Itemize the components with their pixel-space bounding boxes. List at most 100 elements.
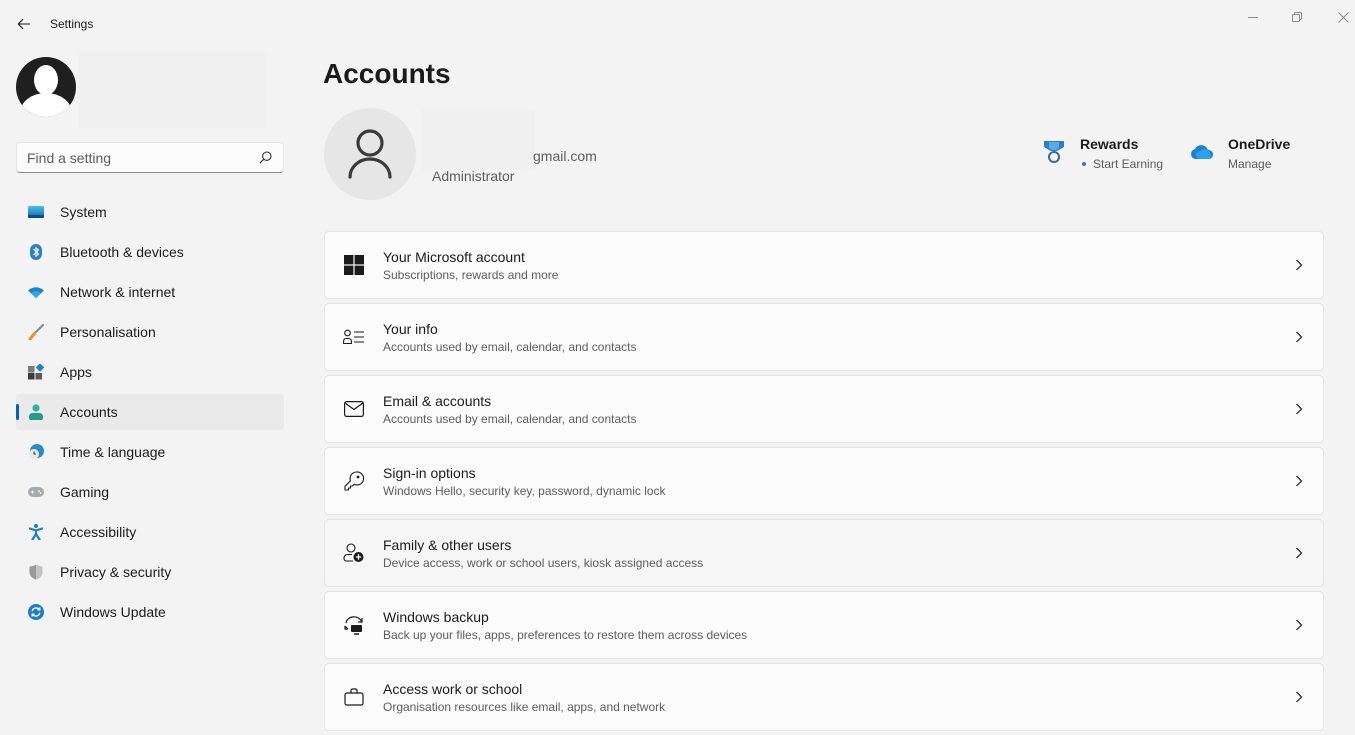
search-input[interactable] xyxy=(27,149,257,166)
user-email: gmail.com xyxy=(533,148,597,164)
onedrive-cloud-icon xyxy=(1190,140,1214,164)
card-subtitle: Windows Hello, security key, password, d… xyxy=(383,483,666,498)
chevron-right-icon xyxy=(1291,257,1307,273)
close-icon xyxy=(1337,11,1349,23)
sidebar-item-label: Time & language xyxy=(60,444,166,460)
sidebar-item-apps[interactable]: Apps xyxy=(16,354,284,390)
wifi-icon xyxy=(28,284,44,300)
user-role: Administrator xyxy=(432,168,515,184)
search-icon[interactable] xyxy=(257,150,273,166)
onedrive-title: OneDrive xyxy=(1228,136,1291,152)
close-button[interactable] xyxy=(1328,6,1355,28)
card-family-other-users[interactable]: Family & other users Device access, work… xyxy=(324,519,1324,587)
card-title: Your info xyxy=(383,320,438,337)
chevron-right-icon xyxy=(1291,329,1307,345)
card-access-work-school[interactable]: Access work or school Organisation resou… xyxy=(324,663,1324,731)
minimize-button[interactable] xyxy=(1238,6,1268,28)
rewards-title: Rewards xyxy=(1080,136,1139,152)
sidebar-item-personalisation[interactable]: Personalisation xyxy=(16,314,284,350)
key-icon xyxy=(343,470,365,492)
globe-clock-icon xyxy=(28,444,44,460)
sidebar-item-privacy-security[interactable]: Privacy & security xyxy=(16,554,284,590)
profile-name-redacted xyxy=(79,52,267,128)
restore-icon xyxy=(1292,12,1302,22)
update-icon xyxy=(28,604,44,620)
card-windows-backup[interactable]: Windows backup Back up your files, apps,… xyxy=(324,591,1324,659)
sidebar-item-label: Personalisation xyxy=(60,324,156,340)
card-subtitle: Subscriptions, rewards and more xyxy=(383,267,559,282)
brush-icon xyxy=(28,324,44,340)
sidebar-item-network[interactable]: Network & internet xyxy=(16,274,284,310)
card-subtitle: Device access, work or school users, kio… xyxy=(383,555,704,570)
person-add-icon xyxy=(343,542,365,564)
card-subtitle: Organisation resources like email, apps,… xyxy=(383,699,666,714)
card-subtitle: Back up your files, apps, preferences to… xyxy=(383,627,748,642)
back-arrow-icon xyxy=(17,18,30,30)
sidebar-item-time-language[interactable]: Time & language xyxy=(16,434,284,470)
sidebar-nav: System Bluetooth & devices Network & int… xyxy=(16,194,284,634)
onedrive-link[interactable]: OneDrive Manage xyxy=(1190,136,1290,171)
title-bar: Settings xyxy=(0,0,1355,48)
sidebar-item-accessibility[interactable]: Accessibility xyxy=(16,514,284,550)
app-title: Settings xyxy=(50,17,94,31)
sidebar-item-label: Apps xyxy=(60,364,92,380)
sidebar-item-windows-update[interactable]: Windows Update xyxy=(16,594,284,630)
card-title: Sign-in options xyxy=(383,464,476,481)
sidebar-item-label: System xyxy=(60,204,107,220)
sidebar-item-label: Windows Update xyxy=(60,604,166,620)
settings-list: Your Microsoft account Subscriptions, re… xyxy=(324,231,1324,735)
person-outline-icon xyxy=(348,129,392,179)
user-name-redacted xyxy=(421,110,535,170)
gamepad-icon xyxy=(28,484,44,500)
card-title: Windows backup xyxy=(383,608,489,625)
sidebar-item-accounts[interactable]: Accounts xyxy=(16,394,284,430)
sidebar-item-label: Accessibility xyxy=(60,524,137,540)
card-your-info[interactable]: Your info Accounts used by email, calend… xyxy=(324,303,1324,371)
card-email-accounts[interactable]: Email & accounts Accounts used by email,… xyxy=(324,375,1324,443)
onedrive-subtitle: Manage xyxy=(1228,157,1272,171)
rewards-subtitle: Start Earning xyxy=(1093,157,1164,171)
accessibility-icon xyxy=(28,524,44,540)
sidebar-item-label: Gaming xyxy=(60,484,110,500)
sidebar-item-label: Bluetooth & devices xyxy=(60,244,184,260)
person-icon xyxy=(28,404,44,420)
minimize-icon xyxy=(1248,17,1258,18)
restore-button[interactable] xyxy=(1282,6,1312,28)
card-subtitle: Accounts used by email, calendar, and co… xyxy=(383,411,637,426)
search-box[interactable] xyxy=(16,142,284,173)
card-title: Email & accounts xyxy=(383,392,492,409)
shield-icon xyxy=(28,564,44,580)
avatar-body-shape xyxy=(20,93,72,117)
card-sign-in-options[interactable]: Sign-in options Windows Hello, security … xyxy=(324,447,1324,515)
profile-avatar[interactable] xyxy=(16,57,76,117)
windows-logo-icon xyxy=(343,254,365,276)
bluetooth-icon xyxy=(28,244,44,260)
card-microsoft-account[interactable]: Your Microsoft account Subscriptions, re… xyxy=(324,231,1324,299)
rewards-link[interactable]: Rewards Start Earning xyxy=(1042,136,1163,171)
sidebar-item-system[interactable]: System xyxy=(16,194,284,230)
chevron-right-icon xyxy=(1291,689,1307,705)
page-title: Accounts xyxy=(323,58,451,89)
sidebar-item-label: Accounts xyxy=(60,404,118,420)
briefcase-icon xyxy=(343,686,365,708)
back-button[interactable] xyxy=(12,12,36,36)
card-title: Family & other users xyxy=(383,536,512,553)
sidebar-item-label: Network & internet xyxy=(60,284,176,300)
sidebar-item-bluetooth[interactable]: Bluetooth & devices xyxy=(16,234,284,270)
sidebar-item-label: Privacy & security xyxy=(60,564,172,580)
medal-icon xyxy=(1042,140,1066,164)
person-card-icon xyxy=(343,326,365,348)
card-subtitle: Accounts used by email, calendar, and co… xyxy=(383,339,637,354)
chevron-right-icon xyxy=(1291,617,1307,633)
monitor-icon xyxy=(28,204,44,220)
sidebar-item-gaming[interactable]: Gaming xyxy=(16,474,284,510)
bullet-dot xyxy=(1082,162,1086,166)
mail-icon xyxy=(343,398,365,420)
card-title: Your Microsoft account xyxy=(383,248,525,265)
backup-icon xyxy=(343,614,365,636)
card-title: Access work or school xyxy=(383,680,523,697)
avatar-head-shape xyxy=(34,65,58,95)
user-avatar[interactable] xyxy=(324,108,416,200)
apps-icon xyxy=(28,364,44,380)
chevron-right-icon xyxy=(1291,401,1307,417)
